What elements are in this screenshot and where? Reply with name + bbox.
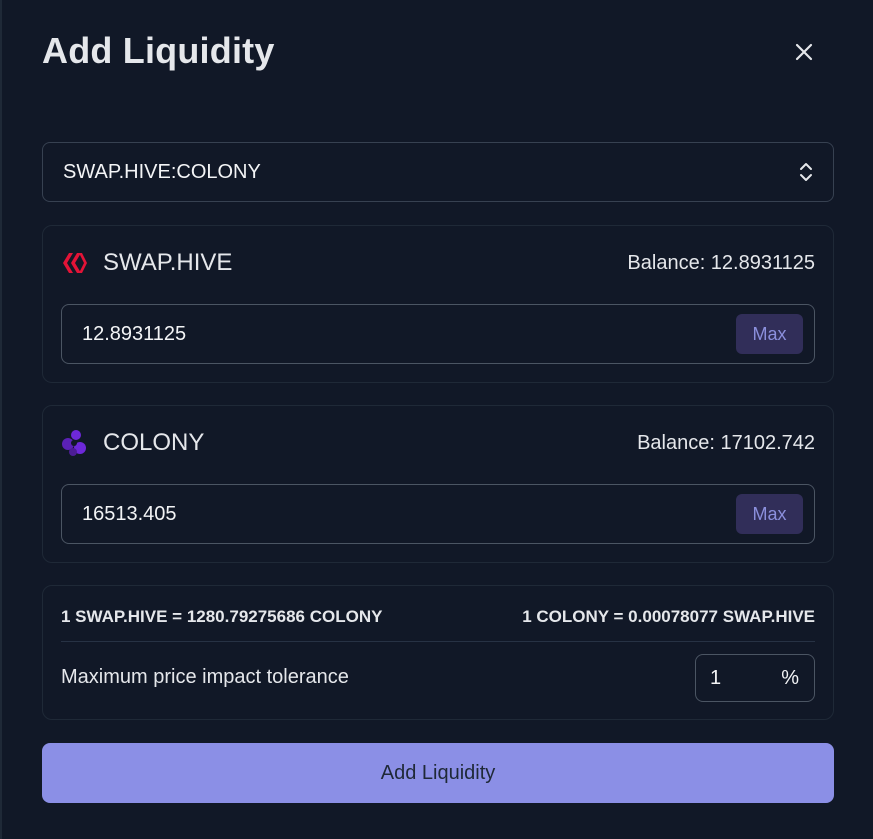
- add-liquidity-button[interactable]: Add Liquidity: [42, 743, 834, 803]
- token-a-amount-value: 12.8931125: [82, 322, 187, 345]
- pair-select-value: SWAP.HIVE:COLONY: [63, 160, 261, 183]
- token-a-card: SWAP.HIVE Balance: 12.8931125 12.8931125…: [42, 225, 834, 383]
- rate-b-to-a: 1 COLONY = 0.00078077 SWAP.HIVE: [522, 607, 815, 626]
- token-b-balance: Balance: 17102.742: [637, 431, 815, 454]
- token-b-card: COLONY Balance: 17102.742 16513.405 Max: [42, 405, 834, 563]
- pool-info-card: 1 SWAP.HIVE = 1280.79275686 COLONY 1 COL…: [42, 585, 834, 720]
- add-liquidity-modal: Add Liquidity SWAP.HIVE:COLONY SWAP.HIVE…: [0, 0, 873, 839]
- rate-a-to-b: 1 SWAP.HIVE = 1280.79275686 COLONY: [61, 607, 383, 626]
- close-icon: [795, 43, 813, 61]
- hive-logo-icon: [61, 249, 89, 277]
- token-b-amount-input[interactable]: 16513.405 Max: [61, 484, 815, 544]
- exchange-rates: 1 SWAP.HIVE = 1280.79275686 COLONY 1 COL…: [61, 606, 815, 628]
- tolerance-label: Maximum price impact tolerance: [61, 666, 349, 688]
- chevron-up-down-icon: [800, 163, 812, 181]
- token-a-max-button[interactable]: Max: [736, 314, 803, 354]
- modal-title: Add Liquidity: [42, 30, 275, 71]
- tolerance-unit: %: [781, 667, 799, 689]
- token-a-amount-input[interactable]: 12.8931125 Max: [61, 304, 815, 364]
- pair-select[interactable]: SWAP.HIVE:COLONY: [42, 142, 834, 202]
- token-a-balance: Balance: 12.8931125: [627, 251, 815, 274]
- token-b-amount-value: 16513.405: [82, 502, 177, 525]
- token-b-max-button[interactable]: Max: [736, 494, 803, 534]
- tolerance-input[interactable]: 1 %: [695, 654, 815, 702]
- colony-logo-icon: [61, 429, 89, 457]
- token-b-name: COLONY: [103, 429, 205, 456]
- token-a-name: SWAP.HIVE: [103, 249, 233, 276]
- close-button[interactable]: [790, 38, 818, 66]
- tolerance-value: 1: [710, 666, 722, 689]
- divider: [61, 641, 815, 642]
